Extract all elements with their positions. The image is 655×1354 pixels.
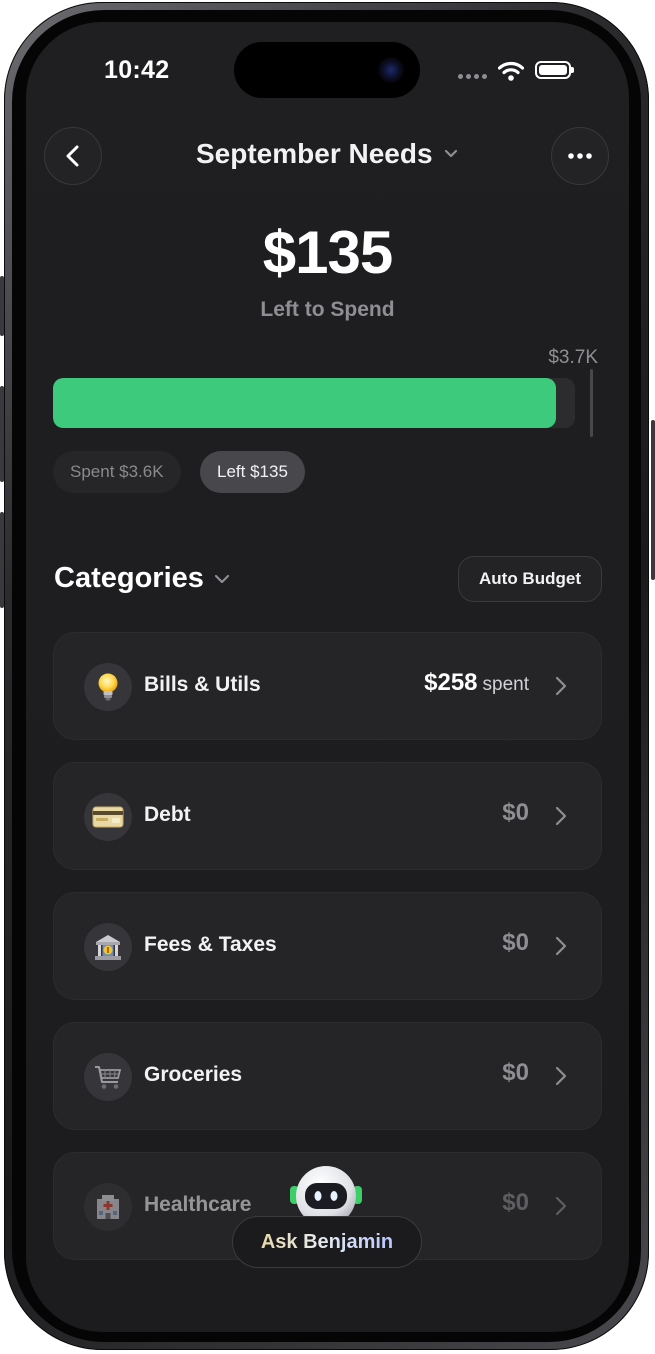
category-amount: $0	[502, 799, 529, 826]
chevron-right-icon	[555, 806, 567, 826]
action-button	[0, 276, 4, 336]
camera-icon	[378, 57, 404, 83]
category-card-debt[interactable]: Debt $0	[53, 762, 602, 870]
status-time: 10:42	[104, 56, 170, 84]
cellular-signal-icon	[458, 74, 487, 79]
ask-assistant-label: Ask Benjamin	[260, 1231, 394, 1253]
category-amount: $0	[502, 1059, 529, 1086]
credit-card-icon	[84, 793, 132, 841]
volume-down-button	[0, 512, 4, 608]
chevron-right-icon	[555, 676, 567, 696]
chevron-right-icon	[555, 1066, 567, 1086]
battery-icon	[535, 61, 574, 79]
categories-heading: Categories	[54, 562, 204, 594]
shopping-cart-icon	[84, 1053, 132, 1101]
spent-toggle[interactable]: Spent $3.6K	[53, 451, 181, 493]
more-options-button[interactable]	[551, 127, 609, 185]
category-card-groceries[interactable]: Groceries $0	[53, 1022, 602, 1130]
category-card-bills-utils[interactable]: Bills & Utils $258 spent	[53, 632, 602, 740]
left-to-spend-amount: $135	[262, 219, 393, 286]
category-amount: $0	[502, 929, 529, 956]
category-name: Healthcare	[144, 1193, 252, 1216]
category-name: Fees & Taxes	[144, 933, 277, 956]
category-card-fees-taxes[interactable]: Fees & Taxes $0	[53, 892, 602, 1000]
category-amount: $258 spent	[424, 669, 529, 696]
budget-limit-marker	[590, 369, 593, 437]
budget-progress-bar	[53, 378, 575, 428]
ask-assistant-button[interactable]: Ask Benjamin	[232, 1216, 422, 1268]
category-amount: $0	[502, 1189, 529, 1216]
dynamic-island	[234, 42, 420, 98]
budget-total: $3.7K	[548, 347, 598, 368]
volume-up-button	[0, 386, 4, 482]
categories-dropdown[interactable]: Categories	[54, 562, 231, 595]
bank-icon	[84, 923, 132, 971]
hospital-icon	[84, 1183, 132, 1231]
chevron-down-icon	[214, 574, 229, 583]
app-screen: 10:42 September Needs $135 Left to Spend…	[26, 22, 629, 1332]
chevron-right-icon	[555, 1196, 567, 1216]
budget-progress-fill	[53, 378, 556, 428]
left-to-spend-label: Left to Spend	[260, 298, 395, 321]
more-horizontal-icon	[568, 153, 592, 159]
power-button	[651, 420, 655, 580]
page-title: September Needs	[196, 138, 433, 169]
category-name: Groceries	[144, 1063, 243, 1086]
category-name: Bills & Utils	[144, 673, 261, 696]
category-name: Debt	[144, 803, 191, 826]
left-toggle[interactable]: Left $135	[200, 451, 305, 493]
budget-selector[interactable]: September Needs	[26, 138, 629, 170]
chevron-down-icon	[444, 149, 458, 158]
auto-budget-button[interactable]: Auto Budget	[458, 556, 602, 602]
lightbulb-icon	[84, 663, 132, 711]
wifi-icon	[498, 61, 524, 81]
chevron-right-icon	[555, 936, 567, 956]
